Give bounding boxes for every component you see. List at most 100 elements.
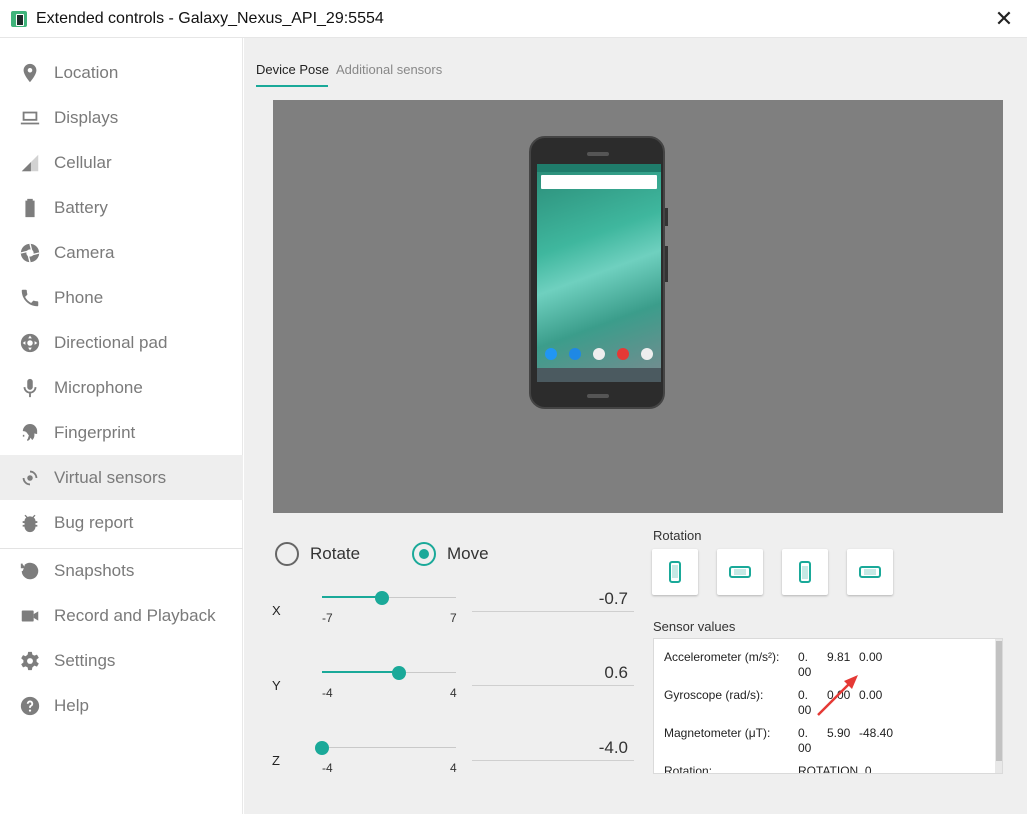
phone-icon	[19, 287, 41, 309]
battery-icon	[19, 197, 41, 219]
magnetometer-z-value: -48.40	[859, 726, 894, 740]
accelerometer-y-value: 9.81	[827, 650, 851, 664]
y-max-label: 4	[450, 686, 457, 700]
sidebar-item-fingerprint[interactable]: Fingerprint	[0, 410, 243, 455]
rotation-sensor-value: ROTATION_0	[798, 764, 872, 774]
device-pose-viewport[interactable]	[273, 100, 1003, 513]
annotation-arrow-icon	[817, 675, 858, 716]
reverse-portrait-icon	[799, 561, 811, 583]
tab-device-pose[interactable]: Device Pose	[256, 62, 329, 77]
x-min-label: -7	[322, 611, 333, 625]
window-title: Extended controls - Galaxy_Nexus_API_29:…	[36, 10, 384, 27]
sidebar-item-label: Settings	[54, 650, 116, 670]
x-axis-label: X	[272, 603, 281, 618]
sidebar-item-label: Snapshots	[54, 560, 135, 580]
sidebar-item-displays[interactable]: Displays	[0, 95, 243, 140]
help-icon	[19, 695, 41, 717]
y-axis-label: Y	[272, 678, 281, 693]
camera-aperture-icon	[19, 242, 41, 264]
rotate-radio-indicator	[275, 542, 299, 566]
rotation-title: Rotation	[653, 528, 702, 543]
rotation-sensor-label: Rotation:	[664, 764, 713, 774]
sidebar: Location Displays Cellular Battery Camer…	[0, 38, 243, 814]
y-slider-thumb[interactable]	[392, 666, 407, 680]
app-drawer-icon	[593, 348, 605, 360]
phone-dock	[537, 344, 661, 366]
z-slider-thumb[interactable]	[315, 741, 329, 755]
history-icon	[19, 560, 41, 582]
accelerometer-label: Accelerometer (m/s²):	[664, 650, 780, 664]
move-label: Move	[447, 544, 489, 563]
sidebar-item-cellular[interactable]: Cellular	[0, 140, 243, 185]
chrome-app-icon	[617, 348, 629, 360]
y-value-field[interactable]: 0.6	[472, 660, 634, 686]
sidebar-item-virtual-sensors[interactable]: Virtual sensors	[0, 455, 243, 500]
dialer-app-icon	[545, 348, 557, 360]
play-store-icon	[641, 348, 653, 360]
sensor-values-scroll-thumb[interactable]	[996, 641, 1002, 761]
gear-icon	[19, 650, 41, 672]
location-pin-icon	[19, 62, 41, 84]
sidebar-item-bug-report[interactable]: Bug report	[0, 500, 243, 545]
display-icon	[19, 107, 41, 129]
rotation-sensor-icon	[19, 467, 41, 489]
sidebar-item-camera[interactable]: Camera	[0, 230, 243, 275]
rotate-reverse-portrait-button[interactable]	[782, 549, 828, 595]
sidebar-item-directional-pad[interactable]: Directional pad	[0, 320, 243, 365]
z-max-label: 4	[450, 761, 457, 775]
title-bar: Extended controls - Galaxy_Nexus_API_29:…	[0, 0, 1027, 38]
rotate-radio[interactable]: Rotate	[275, 542, 360, 566]
videocam-icon	[19, 605, 41, 627]
x-value-field[interactable]: -0.7	[472, 586, 634, 612]
sensor-values-scrollbar[interactable]	[995, 639, 1002, 773]
phone-search-bar	[541, 175, 657, 189]
messages-app-icon	[569, 348, 581, 360]
accelerometer-x-part1: 0.	[798, 650, 809, 664]
gyroscope-x-part2: 00	[798, 703, 812, 717]
phone-volume-button	[665, 246, 668, 282]
sidebar-item-help[interactable]: Help	[0, 683, 243, 728]
tab-additional-sensors[interactable]: Additional sensors	[336, 62, 442, 77]
phone-bottom-speaker	[587, 394, 609, 398]
move-radio[interactable]: Move	[412, 542, 489, 566]
magnetometer-x-value: 0. 00	[798, 726, 811, 756]
sidebar-item-location[interactable]: Location	[0, 50, 243, 95]
device-model[interactable]	[529, 136, 668, 409]
close-button[interactable]: ✕	[990, 5, 1018, 33]
sidebar-item-phone[interactable]: Phone	[0, 275, 243, 320]
y-slider-fill	[322, 671, 400, 673]
sidebar-item-label: Microphone	[54, 377, 143, 397]
sidebar-item-label: Battery	[54, 197, 108, 217]
rotate-reverse-landscape-button[interactable]	[847, 549, 893, 595]
z-slider-rail	[322, 747, 456, 748]
sidebar-item-label: Virtual sensors	[54, 467, 167, 487]
z-min-label: -4	[322, 761, 333, 775]
active-tab-indicator	[256, 85, 328, 87]
emulator-app-icon	[11, 11, 27, 27]
z-value-field[interactable]: -4.0	[472, 735, 634, 761]
sidebar-item-label: Bug report	[54, 512, 134, 532]
phone-top-speaker	[587, 152, 609, 156]
bug-icon	[19, 512, 41, 534]
sidebar-item-label: Fingerprint	[54, 422, 136, 442]
magnetometer-x-part1: 0.	[798, 726, 809, 740]
sidebar-item-settings[interactable]: Settings	[0, 638, 243, 683]
rotate-portrait-button[interactable]	[652, 549, 698, 595]
magnetometer-y-value: 5.90	[827, 726, 851, 740]
sidebar-item-snapshots[interactable]: Snapshots	[0, 548, 243, 593]
rotate-landscape-button[interactable]	[717, 549, 763, 595]
magnetometer-x-part2: 00	[798, 741, 812, 755]
sidebar-item-record-and-playback[interactable]: Record and Playback	[0, 593, 243, 638]
x-slider-fill	[322, 596, 383, 598]
reverse-landscape-icon	[859, 566, 881, 578]
x-max-label: 7	[450, 611, 457, 625]
x-slider-thumb[interactable]	[375, 591, 390, 605]
phone-status-bar	[537, 164, 661, 172]
sidebar-item-label: Displays	[54, 107, 119, 127]
sidebar-item-microphone[interactable]: Microphone	[0, 365, 243, 410]
gyroscope-label: Gyroscope (rad/s):	[664, 688, 764, 702]
rotate-label: Rotate	[310, 544, 361, 563]
portrait-icon	[669, 561, 681, 583]
gyroscope-x-part1: 0.	[798, 688, 809, 702]
sidebar-item-battery[interactable]: Battery	[0, 185, 243, 230]
